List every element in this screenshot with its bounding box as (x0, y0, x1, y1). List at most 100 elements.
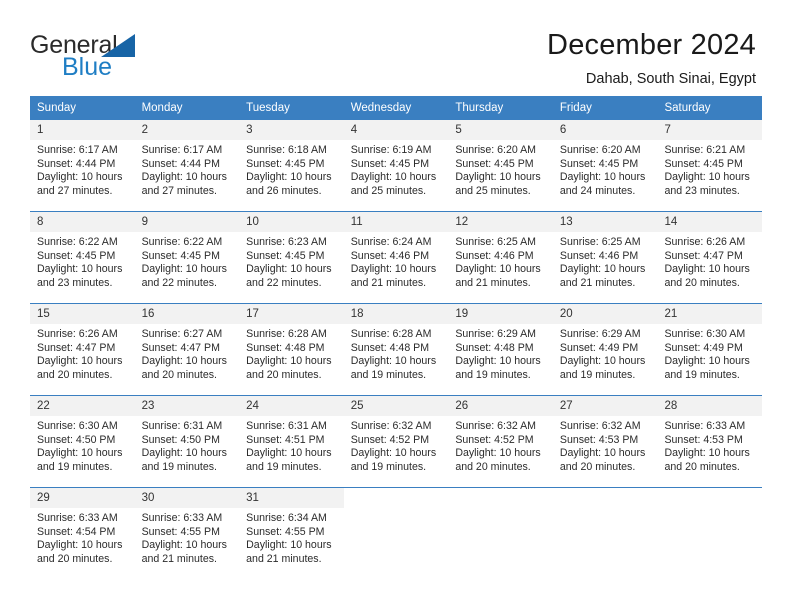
day-cell-10[interactable]: 10 Sunrise: 6:23 AM Sunset: 4:45 PM Dayl… (239, 212, 344, 296)
day-details: Sunrise: 6:28 AM Sunset: 4:48 PM Dayligh… (239, 324, 344, 382)
day-cell-12[interactable]: 12 Sunrise: 6:25 AM Sunset: 4:46 PM Dayl… (448, 212, 553, 296)
day-cell-24[interactable]: 24 Sunrise: 6:31 AM Sunset: 4:51 PM Dayl… (239, 396, 344, 480)
daylight-text-line1: Daylight: 10 hours (141, 539, 227, 552)
day-cell-20[interactable]: 20 Sunrise: 6:29 AM Sunset: 4:49 PM Dayl… (552, 304, 658, 388)
sunset-text: Sunset: 4:45 PM (559, 157, 639, 170)
daylight-text-line1: Daylight: 10 hours (246, 447, 332, 460)
day-number: 10 (239, 212, 344, 232)
day-cell-22[interactable]: 22 Sunrise: 6:30 AM Sunset: 4:50 PM Dayl… (30, 396, 135, 480)
sunrise-text: Sunrise: 6:27 AM (141, 328, 223, 340)
day-cell-19[interactable]: 19 Sunrise: 6:29 AM Sunset: 4:48 PM Dayl… (448, 304, 553, 388)
day-number: 7 (657, 120, 763, 140)
sunset-text: Sunset: 4:48 PM (350, 341, 430, 354)
day-cell-8[interactable]: 8 Sunrise: 6:22 AM Sunset: 4:45 PM Dayli… (30, 212, 135, 296)
sunset-text: Sunset: 4:45 PM (37, 249, 116, 262)
day-details: Sunrise: 6:22 AM Sunset: 4:45 PM Dayligh… (30, 232, 135, 290)
day-cell-9[interactable]: 9 Sunrise: 6:22 AM Sunset: 4:45 PM Dayli… (134, 212, 240, 296)
day-cell-13[interactable]: 13 Sunrise: 6:25 AM Sunset: 4:46 PM Dayl… (552, 212, 658, 296)
sunrise-text: Sunrise: 6:28 AM (246, 328, 327, 340)
day-cell-31[interactable]: 31 Sunrise: 6:34 AM Sunset: 4:55 PM Dayl… (239, 488, 344, 572)
sunrise-text: Sunrise: 6:26 AM (37, 328, 118, 340)
day-cell-27[interactable]: 27 Sunrise: 6:32 AM Sunset: 4:53 PM Dayl… (552, 396, 658, 480)
day-cell-15[interactable]: 15 Sunrise: 6:26 AM Sunset: 4:47 PM Dayl… (30, 304, 135, 388)
day-cell-25[interactable]: 25 Sunrise: 6:32 AM Sunset: 4:52 PM Dayl… (343, 396, 449, 480)
sunrise-text: Sunrise: 6:29 AM (559, 328, 641, 340)
sunrise-text: Sunrise: 6:21 AM (664, 144, 746, 156)
daylight-text-line1: Daylight: 10 hours (350, 447, 437, 460)
daylight-text-line1: Daylight: 10 hours (350, 263, 437, 276)
day-cell-11[interactable]: 11 Sunrise: 6:24 AM Sunset: 4:46 PM Dayl… (343, 212, 449, 296)
day-cell-5[interactable]: 5 Sunrise: 6:20 AM Sunset: 4:45 PM Dayli… (448, 120, 553, 204)
sunrise-text: Sunrise: 6:18 AM (246, 144, 327, 156)
day-details: Sunrise: 6:32 AM Sunset: 4:53 PM Dayligh… (553, 416, 658, 474)
day-number: 28 (657, 396, 763, 416)
day-details: Sunrise: 6:17 AM Sunset: 4:44 PM Dayligh… (30, 140, 135, 198)
daylight-text-line1: Daylight: 10 hours (141, 263, 227, 276)
day-cell-26[interactable]: 26 Sunrise: 6:32 AM Sunset: 4:52 PM Dayl… (448, 396, 553, 480)
week-row-5: 29 Sunrise: 6:33 AM Sunset: 4:54 PM Dayl… (30, 487, 763, 572)
page-header: General Blue December 2024 Dahab, South … (0, 0, 792, 96)
daylight-text-line2: and 19 minutes. (664, 368, 740, 381)
sunset-text: Sunset: 4:46 PM (350, 249, 430, 262)
day-details: Sunrise: 6:26 AM Sunset: 4:47 PM Dayligh… (657, 232, 762, 290)
day-cell-28[interactable]: 28 Sunrise: 6:33 AM Sunset: 4:53 PM Dayl… (657, 396, 763, 480)
sunset-text: Sunset: 4:45 PM (350, 157, 430, 170)
daylight-text-line2: and 23 minutes. (664, 184, 740, 197)
day-cell-7[interactable]: 7 Sunrise: 6:21 AM Sunset: 4:45 PM Dayli… (657, 120, 763, 204)
day-details: Sunrise: 6:31 AM Sunset: 4:51 PM Dayligh… (239, 416, 344, 474)
day-number: 24 (239, 396, 344, 416)
sunset-text: Sunset: 4:55 PM (141, 525, 220, 538)
day-cell-empty (343, 488, 449, 572)
sunrise-text: Sunrise: 6:31 AM (141, 420, 223, 432)
day-details: Sunrise: 6:26 AM Sunset: 4:47 PM Dayligh… (30, 324, 135, 382)
day-cell-17[interactable]: 17 Sunrise: 6:28 AM Sunset: 4:48 PM Dayl… (239, 304, 344, 388)
day-cell-3[interactable]: 3 Sunrise: 6:18 AM Sunset: 4:45 PM Dayli… (239, 120, 344, 204)
day-cell-14[interactable]: 14 Sunrise: 6:26 AM Sunset: 4:47 PM Dayl… (657, 212, 763, 296)
day-number (552, 488, 658, 508)
daylight-text-line2: and 19 minutes. (37, 460, 113, 473)
day-details: Sunrise: 6:29 AM Sunset: 4:49 PM Dayligh… (553, 324, 658, 382)
day-cell-30[interactable]: 30 Sunrise: 6:33 AM Sunset: 4:55 PM Dayl… (134, 488, 240, 572)
day-number: 6 (552, 120, 658, 140)
day-cell-21[interactable]: 21 Sunrise: 6:30 AM Sunset: 4:49 PM Dayl… (657, 304, 763, 388)
logo-text-blue: Blue (62, 53, 113, 81)
sunset-text: Sunset: 4:45 PM (455, 157, 534, 170)
daylight-text-line2: and 19 minutes. (246, 460, 322, 473)
daylight-text-line2: and 20 minutes. (37, 552, 113, 565)
daylight-text-line2: and 27 minutes. (37, 184, 113, 197)
day-cell-4[interactable]: 4 Sunrise: 6:19 AM Sunset: 4:45 PM Dayli… (343, 120, 449, 204)
day-number: 25 (343, 396, 449, 416)
sunset-text: Sunset: 4:52 PM (350, 433, 430, 446)
day-number: 9 (134, 212, 240, 232)
day-number: 22 (30, 396, 135, 416)
day-number: 23 (134, 396, 240, 416)
general-blue-logo[interactable]: General Blue (30, 26, 190, 82)
day-details: Sunrise: 6:34 AM Sunset: 4:55 PM Dayligh… (239, 508, 344, 566)
sunrise-text: Sunrise: 6:20 AM (455, 144, 536, 156)
daylight-text-line1: Daylight: 10 hours (455, 355, 541, 368)
day-details: Sunrise: 6:31 AM Sunset: 4:50 PM Dayligh… (135, 416, 240, 474)
day-cell-6[interactable]: 6 Sunrise: 6:20 AM Sunset: 4:45 PM Dayli… (552, 120, 658, 204)
daylight-text-line2: and 20 minutes. (664, 460, 740, 473)
sunrise-text: Sunrise: 6:22 AM (141, 236, 223, 248)
day-cell-2[interactable]: 2 Sunrise: 6:17 AM Sunset: 4:44 PM Dayli… (134, 120, 240, 204)
sunrise-text: Sunrise: 6:22 AM (37, 236, 118, 248)
weeks-container: 1 Sunrise: 6:17 AM Sunset: 4:44 PM Dayli… (30, 120, 763, 572)
daylight-text-line1: Daylight: 10 hours (37, 171, 123, 184)
daylight-text-line1: Daylight: 10 hours (350, 355, 437, 368)
day-details: Sunrise: 6:23 AM Sunset: 4:45 PM Dayligh… (239, 232, 344, 290)
daylight-text-line2: and 27 minutes. (141, 184, 217, 197)
daylight-text-line2: and 20 minutes. (559, 460, 636, 473)
day-cell-23[interactable]: 23 Sunrise: 6:31 AM Sunset: 4:50 PM Dayl… (134, 396, 240, 480)
day-cell-29[interactable]: 29 Sunrise: 6:33 AM Sunset: 4:54 PM Dayl… (30, 488, 135, 572)
sunset-text: Sunset: 4:45 PM (246, 249, 325, 262)
sunrise-text: Sunrise: 6:17 AM (37, 144, 118, 156)
weekday-header-wednesday: Wednesday (350, 102, 412, 114)
sunset-text: Sunset: 4:53 PM (664, 433, 743, 446)
day-details (344, 508, 449, 512)
day-cell-16[interactable]: 16 Sunrise: 6:27 AM Sunset: 4:47 PM Dayl… (134, 304, 240, 388)
day-cell-1[interactable]: 1 Sunrise: 6:17 AM Sunset: 4:44 PM Dayli… (30, 120, 135, 204)
sunrise-text: Sunrise: 6:24 AM (350, 236, 432, 248)
day-cell-18[interactable]: 18 Sunrise: 6:28 AM Sunset: 4:48 PM Dayl… (343, 304, 449, 388)
day-details (657, 508, 762, 512)
